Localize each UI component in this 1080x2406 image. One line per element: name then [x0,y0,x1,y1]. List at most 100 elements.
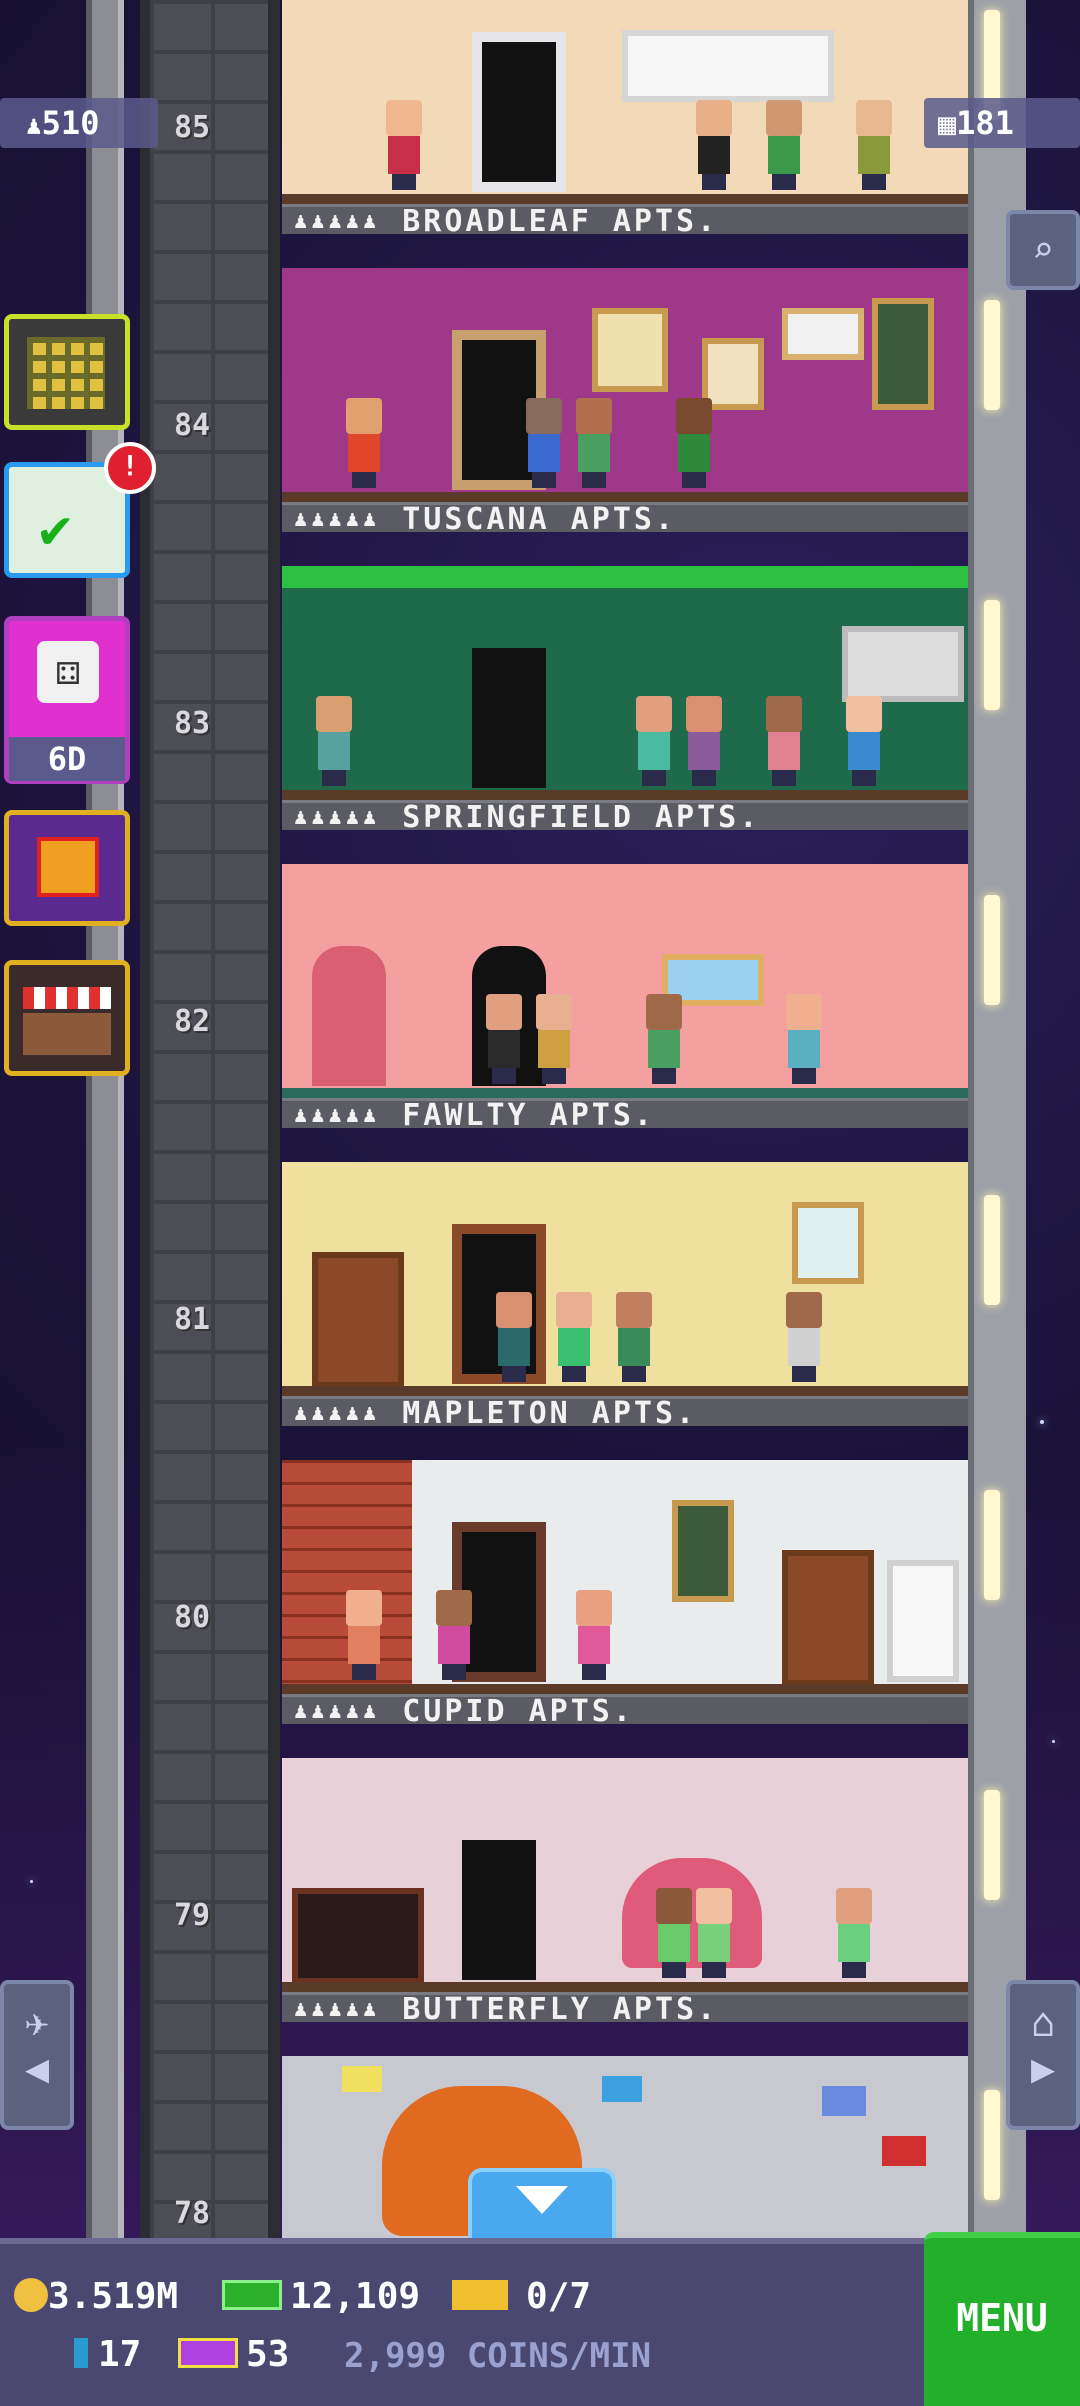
home-icon: ⌂ [1030,2000,1056,2046]
resident [762,696,806,786]
resident [522,398,566,488]
room-interior [282,1162,968,1394]
resident [692,1888,736,1978]
floor-light [984,1490,1000,1600]
floor-sign: ♟♟♟♟♟ TUSCANA APTS. [282,502,968,532]
elevator-down-button[interactable] [468,2168,616,2248]
door [312,946,386,1086]
painting [672,1500,734,1602]
elevator-rail-right [268,0,280,2250]
resident [842,696,886,786]
floor-ground [282,1684,968,1694]
floor-81[interactable]: ♟♟♟♟♟ MAPLETON APTS. [282,1162,968,1426]
room-interior [282,1758,968,1990]
floor-sign: ♟♟♟♟♟ BROADLEAF APTS. [282,204,968,234]
bottom-status-bar: 3.519M 12,109 0/7 17 53 2,999 COINS/MIN [0,2238,1080,2406]
resident [682,696,726,786]
door [472,648,546,788]
resident [762,100,806,190]
tickets-stat[interactable]: 0/7 [452,2276,591,2317]
notification-badge: ! [104,442,156,494]
kitchen-cabinet [622,30,834,102]
resident [782,1292,826,1382]
floor-number: 79 [173,1898,211,1933]
floor-number: 83 [173,706,211,741]
resident [672,398,716,488]
search-icon: ⌕ [1032,230,1054,271]
bux-value: 12,109 [290,2276,421,2317]
gift-icon [37,837,99,897]
star-rating-icon: ♟♟♟♟♟ [294,1699,381,1724]
dice-button[interactable]: ⚃ 6D [4,616,130,784]
room-interior [282,864,968,1096]
population-counter[interactable]: ♟510 [0,98,158,148]
resident [852,100,896,190]
star-rating-icon: ♟♟♟♟♟ [294,1997,381,2022]
fridge [842,626,964,702]
floor-number: 80 [173,1600,211,1635]
search-button[interactable]: ⌕ [1006,210,1080,290]
vip-stat[interactable]: 53 [178,2334,289,2375]
bookshelf [312,1252,404,1388]
floor-light [984,1195,1000,1305]
floors-counter[interactable]: ▦181 [924,98,1080,148]
vip-ticket-icon [178,2338,238,2368]
floor-number: 81 [173,1302,211,1337]
floor-sign: ♟♟♟♟♟ MAPLETON APTS. [282,1396,968,1426]
star-rating-icon: ♟♟♟♟♟ [294,209,381,234]
market-stall-icon [23,987,111,1009]
floor-84[interactable]: ♟♟♟♟♟ TUSCANA APTS. [282,268,968,532]
floor-name: MAPLETON APTS. [402,1396,698,1427]
home-nav-button[interactable]: ⌂ ▶ [1006,1980,1080,2130]
building-icon: ▦ [938,107,957,142]
shop-button[interactable] [4,960,130,1076]
floor-85[interactable]: ♟♟♟♟♟ BROADLEAF APTS. [282,0,968,234]
menu-button[interactable]: MENU [924,2232,1080,2406]
resident [692,100,736,190]
floor-name: BROADLEAF APTS. [402,204,719,235]
resident [432,1590,476,1680]
floor-sign: ♟♟♟♟♟ FAWLTY APTS. [282,1098,968,1128]
resident [642,994,686,1084]
keys-value: 17 [98,2334,142,2375]
floor-sign: ♟♟♟♟♟ CUPID APTS. [282,1694,968,1724]
bux-stat[interactable]: 12,109 [222,2276,420,2317]
star-rating-icon: ♟♟♟♟♟ [294,507,381,532]
resident [832,1888,876,1978]
dice-count: 6D [9,737,125,781]
vip-value: 53 [246,2334,290,2375]
resident [572,398,616,488]
gift-button[interactable] [4,810,130,926]
floor-name: CUPID APTS. [402,1694,634,1725]
resident [782,994,826,1084]
resident [342,398,386,488]
painting [592,308,668,392]
floor-82[interactable]: ♟♟♟♟♟ FAWLTY APTS. [282,864,968,1128]
floor-80[interactable]: ♟♟♟♟♟ CUPID APTS. [282,1460,968,1724]
build-button[interactable] [4,314,130,430]
star [30,1880,33,1883]
floor-ground [282,194,968,204]
coins-stat[interactable]: 3.519M [14,2276,178,2317]
resident [312,696,356,786]
resident [492,1292,536,1382]
floor-78[interactable] [282,2056,968,2246]
floor-light [984,300,1000,410]
resident [632,696,676,786]
resident [652,1888,696,1978]
floor-ground [282,1982,968,1992]
floor-light [984,895,1000,1005]
tickets-value: 0/7 [526,2276,592,2317]
coin-rate: 2,999 COINS/MIN [344,2336,652,2376]
door [472,32,566,192]
floor-sign: ♟♟♟♟♟ BUTTERFLY APTS. [282,1992,968,2022]
resident [382,100,426,190]
floor-number: 78 [173,2196,211,2231]
key-icon [74,2338,88,2368]
floor-83[interactable]: ♟♟♟♟♟ SPRINGFIELD APTS. [282,566,968,830]
keys-stat[interactable]: 17 [74,2334,141,2375]
bux-icon [222,2280,282,2310]
star-rating-icon: ♟♟♟♟♟ [294,805,381,830]
lobby-nav-button[interactable]: ✈ ◀ [0,1980,74,2130]
floor-79[interactable]: ♟♟♟♟♟ BUTTERFLY APTS. [282,1758,968,2022]
